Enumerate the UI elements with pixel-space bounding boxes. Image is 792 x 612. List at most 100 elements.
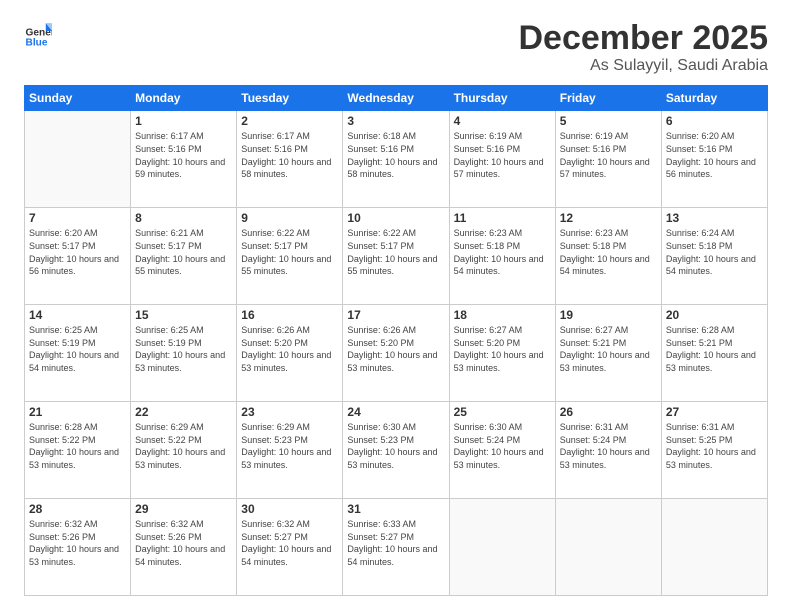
table-row: 23 Sunrise: 6:29 AMSunset: 5:23 PMDaylig… xyxy=(237,402,343,499)
col-wednesday: Wednesday xyxy=(343,86,449,111)
col-friday: Friday xyxy=(555,86,661,111)
day-number: 27 xyxy=(666,405,763,419)
month-title: December 2025 xyxy=(518,20,768,57)
day-number: 17 xyxy=(347,308,444,322)
day-info: Sunrise: 6:29 AMSunset: 5:23 PMDaylight:… xyxy=(241,421,338,471)
day-number: 19 xyxy=(560,308,657,322)
day-info: Sunrise: 6:33 AMSunset: 5:27 PMDaylight:… xyxy=(347,518,444,568)
table-row: 3 Sunrise: 6:18 AMSunset: 5:16 PMDayligh… xyxy=(343,111,449,208)
table-row: 29 Sunrise: 6:32 AMSunset: 5:26 PMDaylig… xyxy=(131,499,237,596)
table-row: 18 Sunrise: 6:27 AMSunset: 5:20 PMDaylig… xyxy=(449,305,555,402)
table-row: 17 Sunrise: 6:26 AMSunset: 5:20 PMDaylig… xyxy=(343,305,449,402)
day-info: Sunrise: 6:18 AMSunset: 5:16 PMDaylight:… xyxy=(347,130,444,180)
calendar: Sunday Monday Tuesday Wednesday Thursday… xyxy=(24,85,768,596)
day-info: Sunrise: 6:26 AMSunset: 5:20 PMDaylight:… xyxy=(347,324,444,374)
table-row xyxy=(555,499,661,596)
day-info: Sunrise: 6:24 AMSunset: 5:18 PMDaylight:… xyxy=(666,227,763,277)
table-row: 16 Sunrise: 6:26 AMSunset: 5:20 PMDaylig… xyxy=(237,305,343,402)
day-number: 7 xyxy=(29,211,126,225)
day-info: Sunrise: 6:26 AMSunset: 5:20 PMDaylight:… xyxy=(241,324,338,374)
col-thursday: Thursday xyxy=(449,86,555,111)
calendar-week-2: 7 Sunrise: 6:20 AMSunset: 5:17 PMDayligh… xyxy=(25,208,768,305)
day-number: 30 xyxy=(241,502,338,516)
day-number: 10 xyxy=(347,211,444,225)
day-info: Sunrise: 6:28 AMSunset: 5:22 PMDaylight:… xyxy=(29,421,126,471)
table-row: 28 Sunrise: 6:32 AMSunset: 5:26 PMDaylig… xyxy=(25,499,131,596)
day-info: Sunrise: 6:20 AMSunset: 5:17 PMDaylight:… xyxy=(29,227,126,277)
table-row: 4 Sunrise: 6:19 AMSunset: 5:16 PMDayligh… xyxy=(449,111,555,208)
calendar-week-5: 28 Sunrise: 6:32 AMSunset: 5:26 PMDaylig… xyxy=(25,499,768,596)
day-info: Sunrise: 6:30 AMSunset: 5:23 PMDaylight:… xyxy=(347,421,444,471)
day-number: 15 xyxy=(135,308,232,322)
col-saturday: Saturday xyxy=(661,86,767,111)
day-info: Sunrise: 6:31 AMSunset: 5:24 PMDaylight:… xyxy=(560,421,657,471)
day-number: 26 xyxy=(560,405,657,419)
day-info: Sunrise: 6:27 AMSunset: 5:20 PMDaylight:… xyxy=(454,324,551,374)
svg-text:Blue: Blue xyxy=(26,38,48,48)
table-row: 8 Sunrise: 6:21 AMSunset: 5:17 PMDayligh… xyxy=(131,208,237,305)
day-info: Sunrise: 6:23 AMSunset: 5:18 PMDaylight:… xyxy=(560,227,657,277)
day-number: 16 xyxy=(241,308,338,322)
day-number: 31 xyxy=(347,502,444,516)
table-row: 1 Sunrise: 6:17 AMSunset: 5:16 PMDayligh… xyxy=(131,111,237,208)
table-row: 2 Sunrise: 6:17 AMSunset: 5:16 PMDayligh… xyxy=(237,111,343,208)
table-row: 7 Sunrise: 6:20 AMSunset: 5:17 PMDayligh… xyxy=(25,208,131,305)
day-number: 20 xyxy=(666,308,763,322)
day-info: Sunrise: 6:23 AMSunset: 5:18 PMDaylight:… xyxy=(454,227,551,277)
table-row: 21 Sunrise: 6:28 AMSunset: 5:22 PMDaylig… xyxy=(25,402,131,499)
day-number: 1 xyxy=(135,114,232,128)
day-info: Sunrise: 6:19 AMSunset: 5:16 PMDaylight:… xyxy=(560,130,657,180)
day-info: Sunrise: 6:32 AMSunset: 5:26 PMDaylight:… xyxy=(135,518,232,568)
day-number: 12 xyxy=(560,211,657,225)
day-number: 13 xyxy=(666,211,763,225)
table-row: 25 Sunrise: 6:30 AMSunset: 5:24 PMDaylig… xyxy=(449,402,555,499)
table-row: 27 Sunrise: 6:31 AMSunset: 5:25 PMDaylig… xyxy=(661,402,767,499)
day-number: 18 xyxy=(454,308,551,322)
header: General Blue December 2025 As Sulayyil, … xyxy=(24,20,768,75)
logo-icon: General Blue xyxy=(24,20,52,48)
table-row: 5 Sunrise: 6:19 AMSunset: 5:16 PMDayligh… xyxy=(555,111,661,208)
table-row: 15 Sunrise: 6:25 AMSunset: 5:19 PMDaylig… xyxy=(131,305,237,402)
day-number: 29 xyxy=(135,502,232,516)
day-number: 22 xyxy=(135,405,232,419)
day-number: 28 xyxy=(29,502,126,516)
day-number: 24 xyxy=(347,405,444,419)
day-number: 14 xyxy=(29,308,126,322)
logo: General Blue xyxy=(24,20,52,48)
header-row: Sunday Monday Tuesday Wednesday Thursday… xyxy=(25,86,768,111)
day-info: Sunrise: 6:25 AMSunset: 5:19 PMDaylight:… xyxy=(29,324,126,374)
table-row xyxy=(449,499,555,596)
table-row: 13 Sunrise: 6:24 AMSunset: 5:18 PMDaylig… xyxy=(661,208,767,305)
day-info: Sunrise: 6:22 AMSunset: 5:17 PMDaylight:… xyxy=(241,227,338,277)
calendar-week-4: 21 Sunrise: 6:28 AMSunset: 5:22 PMDaylig… xyxy=(25,402,768,499)
day-number: 4 xyxy=(454,114,551,128)
table-row: 22 Sunrise: 6:29 AMSunset: 5:22 PMDaylig… xyxy=(131,402,237,499)
day-number: 5 xyxy=(560,114,657,128)
calendar-week-3: 14 Sunrise: 6:25 AMSunset: 5:19 PMDaylig… xyxy=(25,305,768,402)
table-row: 31 Sunrise: 6:33 AMSunset: 5:27 PMDaylig… xyxy=(343,499,449,596)
col-tuesday: Tuesday xyxy=(237,86,343,111)
calendar-week-1: 1 Sunrise: 6:17 AMSunset: 5:16 PMDayligh… xyxy=(25,111,768,208)
table-row: 20 Sunrise: 6:28 AMSunset: 5:21 PMDaylig… xyxy=(661,305,767,402)
day-info: Sunrise: 6:17 AMSunset: 5:16 PMDaylight:… xyxy=(241,130,338,180)
day-info: Sunrise: 6:25 AMSunset: 5:19 PMDaylight:… xyxy=(135,324,232,374)
day-info: Sunrise: 6:19 AMSunset: 5:16 PMDaylight:… xyxy=(454,130,551,180)
table-row xyxy=(661,499,767,596)
day-info: Sunrise: 6:31 AMSunset: 5:25 PMDaylight:… xyxy=(666,421,763,471)
table-row: 19 Sunrise: 6:27 AMSunset: 5:21 PMDaylig… xyxy=(555,305,661,402)
day-info: Sunrise: 6:21 AMSunset: 5:17 PMDaylight:… xyxy=(135,227,232,277)
day-info: Sunrise: 6:30 AMSunset: 5:24 PMDaylight:… xyxy=(454,421,551,471)
day-info: Sunrise: 6:17 AMSunset: 5:16 PMDaylight:… xyxy=(135,130,232,180)
day-number: 8 xyxy=(135,211,232,225)
day-info: Sunrise: 6:27 AMSunset: 5:21 PMDaylight:… xyxy=(560,324,657,374)
table-row: 30 Sunrise: 6:32 AMSunset: 5:27 PMDaylig… xyxy=(237,499,343,596)
table-row: 14 Sunrise: 6:25 AMSunset: 5:19 PMDaylig… xyxy=(25,305,131,402)
table-row: 12 Sunrise: 6:23 AMSunset: 5:18 PMDaylig… xyxy=(555,208,661,305)
location: As Sulayyil, Saudi Arabia xyxy=(518,57,768,75)
day-number: 23 xyxy=(241,405,338,419)
day-info: Sunrise: 6:29 AMSunset: 5:22 PMDaylight:… xyxy=(135,421,232,471)
day-info: Sunrise: 6:32 AMSunset: 5:27 PMDaylight:… xyxy=(241,518,338,568)
day-number: 6 xyxy=(666,114,763,128)
day-info: Sunrise: 6:20 AMSunset: 5:16 PMDaylight:… xyxy=(666,130,763,180)
table-row: 9 Sunrise: 6:22 AMSunset: 5:17 PMDayligh… xyxy=(237,208,343,305)
